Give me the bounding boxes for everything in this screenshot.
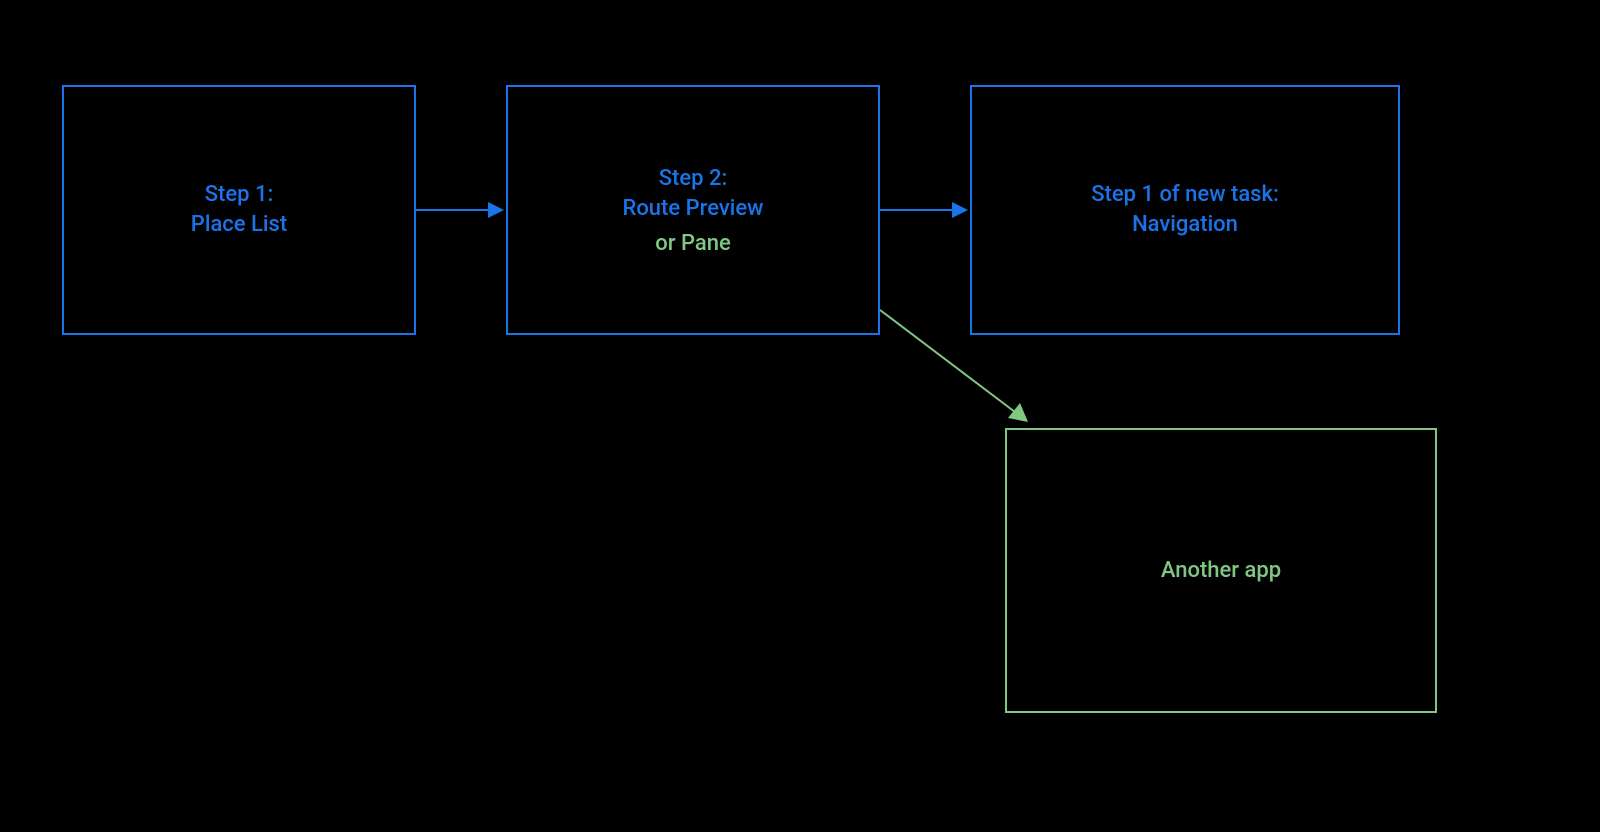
box-step2-line2: Route Preview bbox=[622, 196, 763, 221]
box-step1new-line1: Step 1 of new task: bbox=[1091, 182, 1279, 207]
box-another-app: Another app bbox=[1005, 428, 1437, 713]
box-step1-place-list: Step 1: Place List bbox=[62, 85, 416, 335]
arrow-step2-to-another-app bbox=[870, 300, 1050, 440]
box-step2-title: Step 2: Route Preview bbox=[622, 164, 763, 223]
box-step1-title: Step 1: Place List bbox=[191, 180, 287, 239]
arrow-step2-to-step1new bbox=[880, 195, 970, 225]
box-step1-line2: Place List bbox=[191, 212, 287, 237]
box-step1new-line2: Navigation bbox=[1132, 212, 1238, 237]
box-step2-subtitle: or Pane bbox=[655, 231, 731, 256]
box-another-app-title: Another app bbox=[1161, 556, 1281, 586]
box-step2-line1: Step 2: bbox=[659, 166, 728, 191]
box-step2-route-preview: Step 2: Route Preview or Pane bbox=[506, 85, 880, 335]
box-step1new-title: Step 1 of new task: Navigation bbox=[1091, 180, 1279, 239]
box-step1new-navigation: Step 1 of new task: Navigation bbox=[970, 85, 1400, 335]
box-step1-line1: Step 1: bbox=[205, 182, 274, 207]
arrow-step1-to-step2 bbox=[416, 195, 506, 225]
